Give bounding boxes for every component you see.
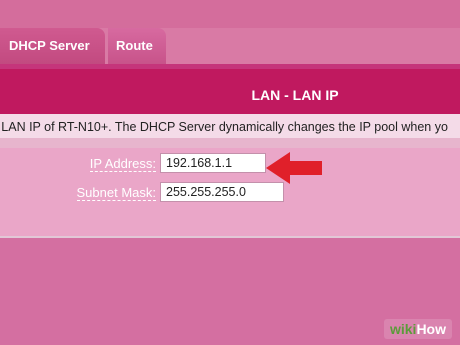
description-bar: e the LAN IP of RT-N10+. The DHCP Server… (0, 114, 460, 138)
description-text: e the LAN IP of RT-N10+. The DHCP Server… (0, 120, 448, 134)
tab-bar: DHCP Server Route (0, 28, 460, 64)
watermark-how: How (416, 321, 446, 337)
ip-address-label[interactable]: IP Address: (89, 156, 156, 172)
subnet-mask-label[interactable]: Subnet Mask: (76, 185, 156, 201)
ip-address-input[interactable]: 192.168.1.1 (160, 153, 266, 173)
top-band (0, 0, 460, 28)
tab-dhcp-server[interactable]: DHCP Server (0, 28, 105, 64)
page-title: LAN - LAN IP (251, 87, 339, 103)
separator (0, 138, 460, 148)
lan-ip-form: IP Address: 192.168.1.1 Subnet Mask: 255… (0, 148, 460, 236)
tab-route[interactable]: Route (108, 28, 166, 64)
wikihow-watermark: wikiHow (383, 319, 452, 339)
red-arrow-icon (266, 152, 322, 184)
watermark-wiki: wiki (389, 321, 417, 337)
